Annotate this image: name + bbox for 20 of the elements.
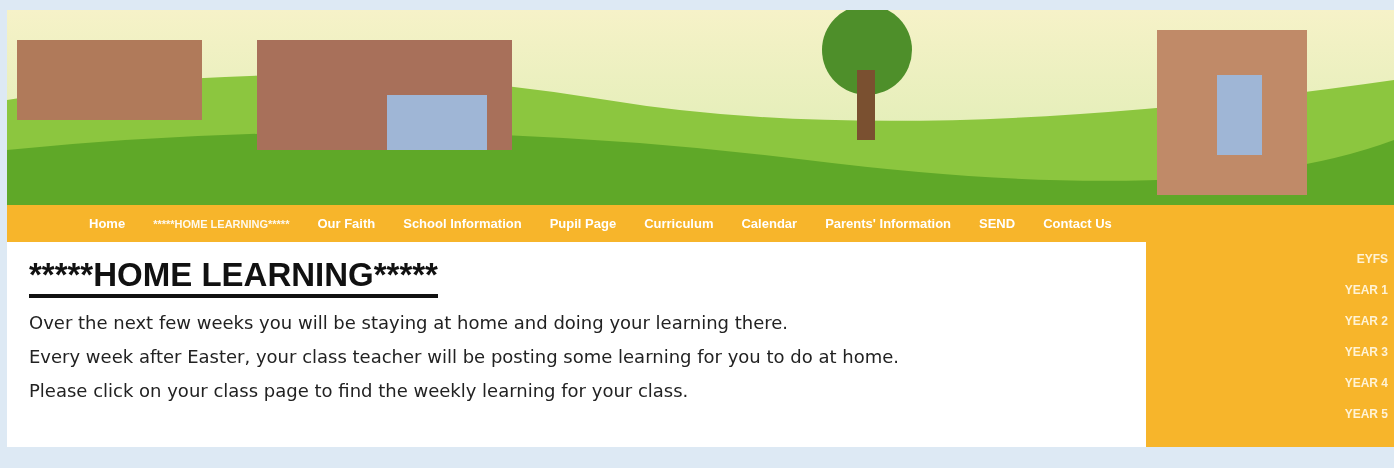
nav-link[interactable]: Home — [75, 216, 140, 231]
nav-link[interactable]: *****HOME LEARNING***** — [139, 217, 304, 230]
nav-link[interactable]: Calendar — [727, 216, 812, 231]
sidebar-link[interactable]: YEAR 3 — [1344, 345, 1388, 359]
paragraph: Over the next few weeks you will be staying at home and doing your learning there. — [29, 310, 790, 335]
page-title: *****HOME LEARNING***** — [29, 256, 438, 298]
paragraph: Please click on your class page to find the weekly learning for your class. — [29, 378, 690, 403]
nav-link[interactable]: Our Faith — [303, 216, 390, 231]
sidebar-link[interactable]: YEAR 5 — [1344, 407, 1388, 421]
sidebar-link[interactable]: EYFS — [1356, 252, 1388, 266]
sidebar-link[interactable]: YEAR 2 — [1344, 314, 1388, 328]
paragraph: Every week after Easter, your class teacher will be posting some learning for you to do at home. — [29, 344, 900, 369]
nav-link[interactable]: Contact Us — [1029, 216, 1126, 231]
nav-link[interactable]: Curriculum — [630, 216, 728, 231]
nav-link[interactable]: School Information — [389, 216, 536, 231]
nav-link[interactable]: Pupil Page — [535, 216, 631, 231]
sidebar-link[interactable]: YEAR 1 — [1344, 283, 1388, 297]
nav-link[interactable]: Parents' Information — [811, 216, 965, 231]
nav-link[interactable]: SEND — [965, 216, 1030, 231]
sidebar-link[interactable]: YEAR 4 — [1344, 376, 1388, 390]
